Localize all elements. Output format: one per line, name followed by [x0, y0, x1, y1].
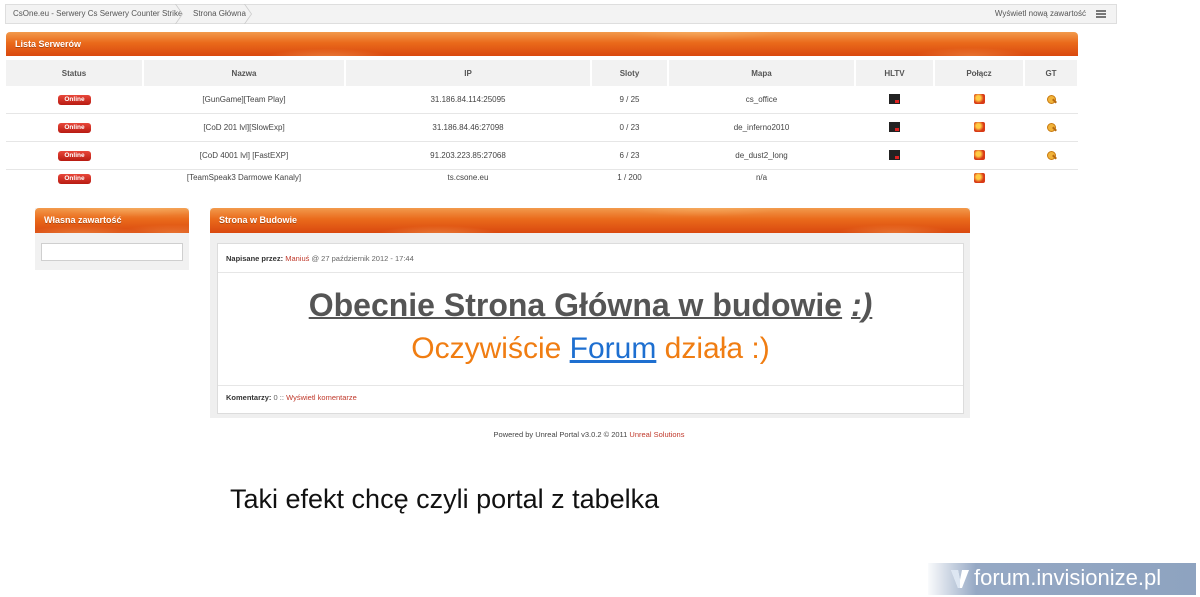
posted-by-label: Napisane przez:: [226, 254, 284, 263]
connect-icon[interactable]: [973, 149, 985, 160]
server-ip: 91.203.223.85:27068: [345, 141, 591, 170]
server-ip: ts.csone.eu: [447, 173, 489, 182]
caption-text: Taki efekt chcę czyli portal z tabelka: [230, 484, 660, 514]
post-subline: Oczywiście Forum działa :): [218, 332, 963, 366]
server-map: de_inferno2010: [668, 113, 855, 142]
hltv-icon[interactable]: [889, 149, 900, 160]
post-date: @ 27 październik 2012 - 17:44: [311, 254, 414, 263]
server-slots: 0 / 23: [591, 113, 668, 142]
column-header-name: Nazwa: [143, 60, 346, 86]
breadcrumb-separator: [182, 5, 190, 23]
column-header-connect: Połącz: [934, 60, 1025, 86]
status-badge: Online: [58, 123, 91, 133]
servers-table: Status Nazwa IP Sloty Mapa HLTV Połącz G…: [6, 60, 1079, 188]
custom-content-panel: Własna zawartość: [35, 208, 189, 270]
server-name: [TeamSpeak3 Darmowe Kanaly]: [186, 173, 302, 182]
connect-icon[interactable]: [973, 173, 985, 183]
server-name: [CoD 201 lvl][SlowExp]: [143, 113, 345, 142]
subline-before: Oczywiście: [411, 332, 562, 365]
news-panel-header: Strona w Budowie: [210, 208, 970, 233]
column-header-map: Mapa: [668, 60, 856, 86]
powered-by: Powered by Unreal Portal v3.0.2 © 2011 U…: [0, 430, 1178, 439]
column-header-slots: Sloty: [591, 60, 669, 86]
post-meta: Napisane przez: Maniuś @ 27 październik …: [226, 254, 414, 263]
unreal-solutions-link[interactable]: Unreal Solutions: [629, 430, 684, 439]
table-row: Online [CoD 201 lvl][SlowExp] 31.186.84.…: [6, 113, 1078, 142]
powered-by-text: Powered by Unreal Portal v3.0.2 © 2011: [493, 430, 628, 439]
servers-table-header: Status Nazwa IP Sloty Mapa HLTV Połącz G…: [6, 60, 1079, 86]
table-row: Online [GunGame][Team Play] 31.186.84.11…: [6, 86, 1078, 114]
breadcrumb-separator: [251, 5, 259, 23]
forum-link[interactable]: Forum: [570, 332, 657, 365]
breadcrumb-current[interactable]: Strona Główna: [193, 5, 246, 23]
headline-text: Obecnie Strona Główna w budowie: [308, 287, 843, 323]
post-headline: Obecnie Strona Główna w budowie :): [218, 287, 963, 324]
status-badge: Online: [58, 95, 91, 105]
table-row: Online [TeamSpeak3 Darmowe Kanaly] ts.cs…: [6, 170, 1078, 189]
subline-after: działa :): [664, 332, 770, 365]
news-post: Napisane przez: Maniuś @ 27 październik …: [217, 243, 964, 414]
post-author-link[interactable]: Maniuś: [285, 254, 309, 263]
server-slots: 9 / 25: [591, 86, 668, 114]
news-panel: Strona w Budowie Napisane przez: Maniuś …: [210, 208, 970, 418]
headline-smiley: :): [850, 287, 873, 323]
custom-content-title: Własna zawartość: [44, 215, 122, 225]
column-header-status: Status: [6, 60, 144, 86]
custom-content-header: Własna zawartość: [35, 208, 189, 233]
comments-label: Komentarzy:: [226, 393, 272, 402]
server-name: [CoD 4001 lvl] [FastEXP]: [143, 141, 345, 170]
server-slots: 1 / 200: [617, 173, 642, 182]
divider: [218, 272, 963, 273]
servers-panel-header: Lista Serwerów: [6, 32, 1078, 56]
server-slots: 6 / 23: [591, 141, 668, 170]
status-badge: Online: [58, 151, 91, 161]
watermark-text: forum.invisionize.pl: [974, 565, 1162, 590]
view-comments-link[interactable]: Wyświetl komentarze: [286, 393, 357, 402]
comments-separator: ::: [279, 393, 284, 402]
server-name: [GunGame][Team Play]: [143, 86, 345, 114]
divider: [218, 385, 963, 386]
hltv-icon[interactable]: [889, 121, 900, 132]
comments-count: 0: [273, 393, 278, 402]
table-row: Online [CoD 4001 lvl] [FastEXP] 91.203.2…: [6, 141, 1078, 170]
hltv-icon[interactable]: [889, 93, 900, 104]
invisionize-logo-icon: [951, 570, 969, 588]
column-header-hltv: HLTV: [855, 60, 935, 86]
gametracker-icon[interactable]: [1046, 94, 1057, 104]
server-ip: 31.186.84.114:25095: [345, 86, 591, 114]
new-content-link[interactable]: Wyświetl nową zawartość: [995, 5, 1086, 23]
server-map: de_dust2_long: [668, 141, 855, 170]
breadcrumb-home-link[interactable]: CsOne.eu - Serwery Cs Serwery Counter St…: [13, 5, 182, 23]
status-badge: Online: [58, 174, 91, 184]
column-header-ip: IP: [345, 60, 592, 86]
column-header-gt: GT: [1024, 60, 1079, 86]
connect-icon[interactable]: [973, 93, 985, 104]
breadcrumb: CsOne.eu - Serwery Cs Serwery Counter St…: [5, 4, 1117, 24]
servers-panel-title: Lista Serwerów: [15, 39, 82, 49]
post-comments: Komentarzy: 0 :: Wyświetl komentarze: [226, 393, 357, 402]
gametracker-icon[interactable]: [1046, 122, 1057, 132]
watermark: forum.invisionize.pl: [928, 563, 1196, 595]
connect-icon[interactable]: [973, 121, 985, 132]
list-icon[interactable]: [1096, 10, 1106, 18]
server-ip: 31.186.84.46:27098: [345, 113, 591, 142]
server-map: n/a: [755, 173, 768, 182]
server-map: cs_office: [668, 86, 855, 114]
gametracker-icon[interactable]: [1046, 150, 1057, 160]
custom-content-input[interactable]: [41, 243, 183, 261]
news-panel-title: Strona w Budowie: [219, 215, 298, 225]
